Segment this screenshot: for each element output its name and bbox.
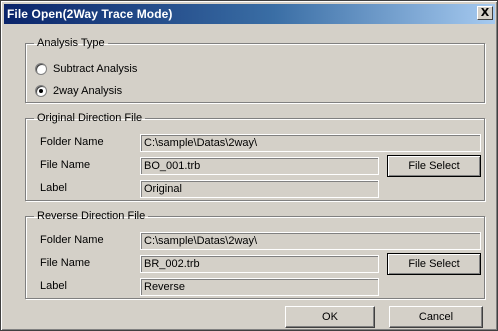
original-direction-legend: Original Direction File xyxy=(37,112,143,124)
reverse-file-field: BR_002.trb xyxy=(140,255,379,273)
reverse-label-field[interactable]: Reverse xyxy=(140,278,379,296)
original-file-select-button[interactable]: File Select xyxy=(387,155,481,177)
original-label-field[interactable]: Original xyxy=(140,180,379,198)
reverse-direction-group: Reverse Direction File Folder Name C:\sa… xyxy=(25,210,485,299)
cancel-button[interactable]: Cancel xyxy=(389,306,483,328)
file-open-dialog: File Open(2Way Trace Mode) X Analysis Ty… xyxy=(0,0,498,331)
original-folder-field: C:\sample\Datas\2way\ xyxy=(140,134,481,152)
radio-checked-icon[interactable] xyxy=(35,85,47,97)
original-folder-label: Folder Name xyxy=(40,136,104,148)
reverse-folder-field: C:\sample\Datas\2way\ xyxy=(140,232,481,250)
original-label-label: Label xyxy=(40,182,67,194)
radio-subtract-label[interactable]: Subtract Analysis xyxy=(53,63,137,75)
radio-2way-analysis[interactable]: 2way Analysis xyxy=(35,83,122,99)
radio-2way-label[interactable]: 2way Analysis xyxy=(53,85,122,97)
reverse-file-select-button[interactable]: File Select xyxy=(387,253,481,275)
reverse-folder-label: Folder Name xyxy=(40,234,104,246)
window-title: File Open(2Way Trace Mode) xyxy=(7,7,173,21)
analysis-type-group: Analysis Type Subtract Analysis 2way Ana… xyxy=(25,37,485,103)
original-direction-group: Original Direction File Folder Name C:\s… xyxy=(25,112,485,201)
ok-button[interactable]: OK xyxy=(285,306,375,328)
reverse-label-label: Label xyxy=(40,280,67,292)
reverse-file-label: File Name xyxy=(40,257,91,269)
radio-subtract-analysis[interactable]: Subtract Analysis xyxy=(35,61,137,77)
radio-unchecked-icon[interactable] xyxy=(35,63,47,75)
reverse-direction-legend: Reverse Direction File xyxy=(37,210,146,222)
close-button[interactable]: X xyxy=(477,6,493,20)
close-icon: X xyxy=(480,6,490,19)
original-file-field: BO_001.trb xyxy=(140,157,379,175)
original-file-label: File Name xyxy=(40,159,91,171)
title-bar[interactable]: File Open(2Way Trace Mode) X xyxy=(4,4,495,24)
analysis-type-legend: Analysis Type xyxy=(37,37,105,49)
